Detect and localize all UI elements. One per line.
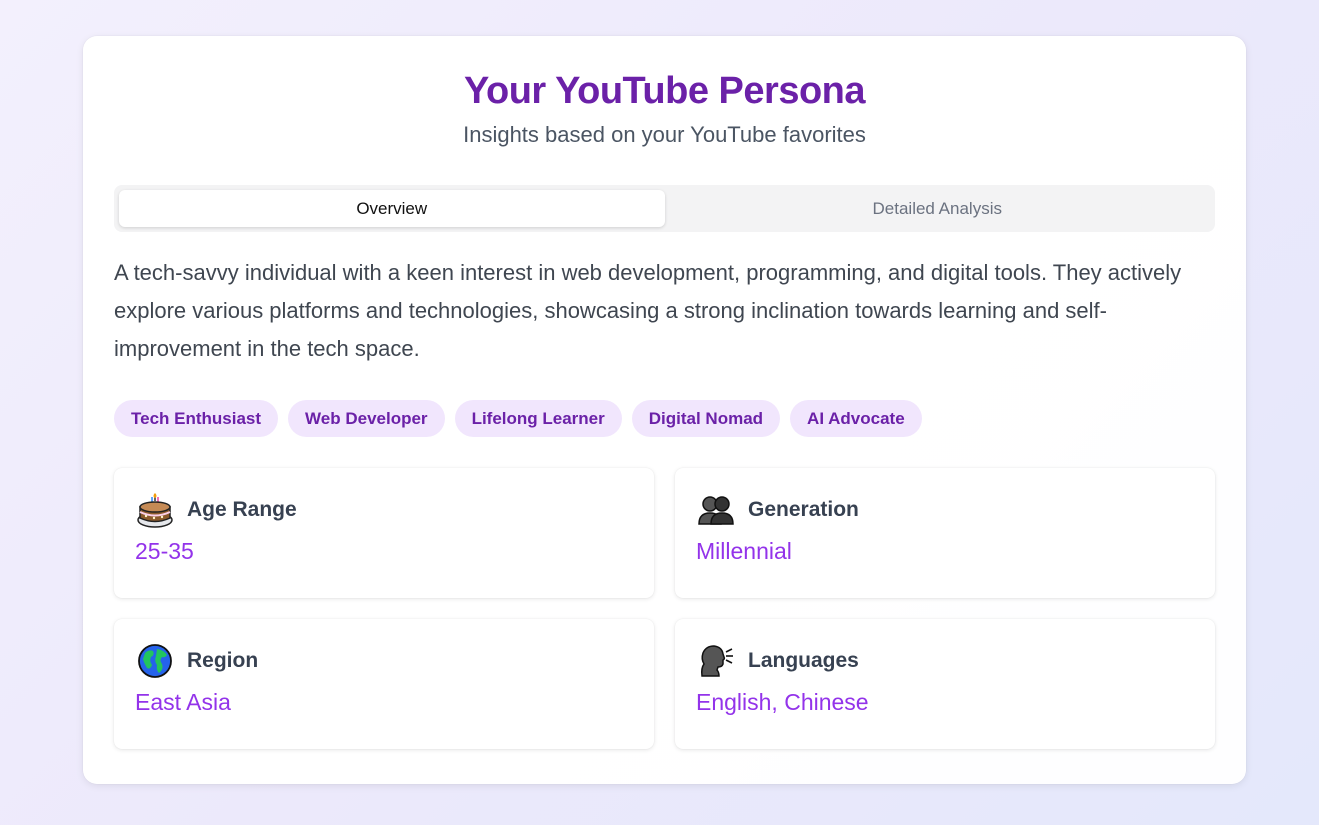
globe-icon xyxy=(135,641,175,681)
people-silhouettes-icon xyxy=(696,490,736,530)
persona-tag: Lifelong Learner xyxy=(454,400,622,437)
stat-label: Age Range xyxy=(187,498,297,521)
stat-card-age-range: Age Range 25-35 xyxy=(114,468,654,598)
stat-card-languages: Languages English, Chinese xyxy=(675,619,1215,749)
stat-label: Languages xyxy=(748,649,859,672)
stat-card-generation: Generation Millennial xyxy=(675,468,1215,598)
page-subtitle: Insights based on your YouTube favorites xyxy=(463,122,866,147)
stat-label: Region xyxy=(187,649,259,672)
page-title: Your YouTube Persona xyxy=(463,70,866,112)
stat-value: English, Chinese xyxy=(696,689,869,715)
stat-value: Millennial xyxy=(696,538,792,564)
tab-detailed-analysis[interactable]: Detailed Analysis xyxy=(665,190,1211,227)
stat-card-region: Region East Asia xyxy=(114,619,654,749)
stats-grid: Age Range 25-35 Generation Millennial Re… xyxy=(114,468,1215,749)
tab-bar: Overview Detailed Analysis xyxy=(114,185,1215,232)
speaking-head-icon xyxy=(696,641,736,681)
tab-overview[interactable]: Overview xyxy=(119,190,665,227)
stat-value: East Asia xyxy=(135,689,231,715)
persona-tag: Web Developer xyxy=(288,400,445,437)
persona-tag: Digital Nomad xyxy=(631,400,781,437)
persona-description: A tech-savvy individual with a keen inte… xyxy=(114,260,1182,361)
persona-tag: AI Advocate xyxy=(790,400,922,437)
persona-tags: Tech Enthusiast Web Developer Lifelong L… xyxy=(114,400,1215,437)
birthday-cake-icon xyxy=(135,490,175,530)
persona-card: Your YouTube Persona Insights based on y… xyxy=(83,36,1246,784)
stat-value: 25-35 xyxy=(135,538,194,564)
stat-label: Generation xyxy=(748,498,859,521)
persona-tag: Tech Enthusiast xyxy=(114,400,279,437)
